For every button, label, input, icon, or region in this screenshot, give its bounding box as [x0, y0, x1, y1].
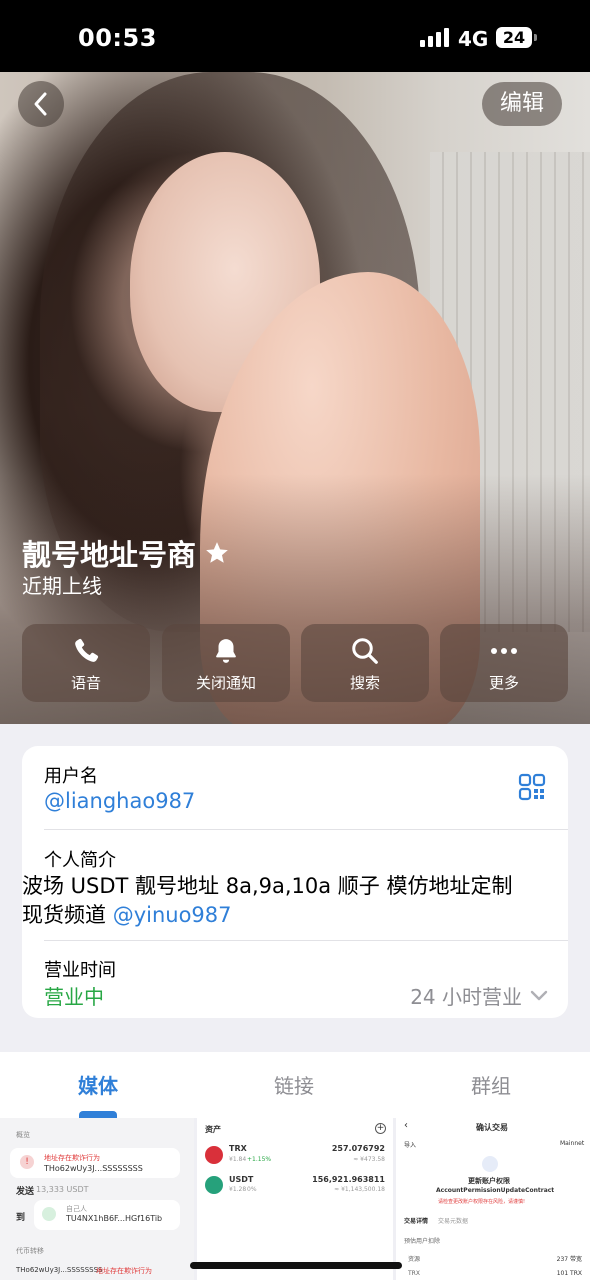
thumb-text: 237 带宽	[556, 1256, 582, 1263]
permission-icon	[482, 1156, 498, 1172]
last-seen: 近期上线	[22, 574, 102, 598]
thumb-text: ¥1.84	[229, 1156, 247, 1163]
profile-name-row: 靓号地址号商	[22, 532, 230, 574]
thumb-text: 交易元数据	[438, 1218, 469, 1225]
thumb-text: ≈ ¥1,143,500.18	[334, 1186, 385, 1193]
user-icon	[42, 1207, 56, 1221]
back-button[interactable]	[18, 81, 64, 127]
chevron-left-icon	[34, 92, 47, 116]
qr-code-icon[interactable]	[518, 773, 546, 801]
thumb-text: TRX	[229, 1144, 247, 1153]
thumb-text: 资产	[205, 1125, 221, 1134]
battery-icon: 24	[496, 27, 537, 48]
thumb-text: 101 TRX	[556, 1270, 582, 1277]
thumb-text: 13,333 USDT	[36, 1185, 89, 1194]
warning-icon: !	[20, 1155, 34, 1169]
more-button[interactable]: 更多	[440, 624, 568, 702]
call-label: 语音	[70, 674, 101, 692]
divider	[44, 940, 568, 941]
thumb-text: 156,921.963811	[312, 1175, 385, 1184]
thumb-text: AccountPermissionUpdateContract	[436, 1187, 555, 1194]
thumb-text: 预估用户扣除	[404, 1238, 441, 1245]
bio-body: 波场 USDT 靓号地址 8a,9a,10a 顺子 模仿地址定制 现货频道	[22, 874, 513, 927]
hours-label: 营业时间	[44, 960, 116, 981]
media-thumbnail-1[interactable]: 概览 ! 地址存在欺诈行为 THo62wUy3J...SSSSSSSS 发送 1…	[0, 1118, 194, 1280]
bio-link[interactable]: @yinuo987	[113, 903, 232, 927]
call-button[interactable]: 语音	[22, 624, 150, 702]
thumb-text: 257.076792	[331, 1144, 385, 1153]
thumb-text: THo62wUy3J...SSSSSSSS	[44, 1164, 143, 1173]
media-tabs: 媒体 链接 群组	[0, 1052, 590, 1118]
thumb-text: ¥1.28	[229, 1186, 247, 1193]
status-bar: 00:53 4G 24	[0, 0, 590, 72]
thumb-text: ≈ ¥473.58	[353, 1156, 385, 1163]
network-type: 4G	[458, 27, 489, 51]
thumb-text: 发送	[16, 1187, 35, 1197]
trx-token-icon	[205, 1146, 223, 1164]
thumb-text: USDT	[229, 1175, 254, 1184]
search-icon	[352, 638, 378, 664]
thumb-text: TRX	[408, 1270, 420, 1277]
thumb-back-icon: ‹	[404, 1120, 408, 1131]
divider	[44, 829, 568, 830]
thumb-text: Mainnet	[560, 1140, 585, 1147]
thumb-text: 请检查更改账户权限存在风险，请谨慎!	[438, 1199, 526, 1205]
mute-label: 关闭通知	[195, 674, 256, 692]
thumb-text: TU4NX1hB6F...HGf16Tib	[66, 1214, 163, 1223]
tab-indicator	[79, 1111, 117, 1118]
more-label: 更多	[488, 674, 519, 692]
hours-dropdown[interactable]: 24 小时营业	[410, 981, 548, 1010]
chevron-down-icon	[530, 990, 548, 1000]
thumb-text: +1.15%	[247, 1156, 272, 1163]
thumb-text: 交易详情	[404, 1218, 429, 1225]
tab-media[interactable]: 媒体	[78, 1070, 118, 1099]
hours-value: 24 小时营业	[410, 985, 522, 1009]
usdt-token-icon	[205, 1176, 223, 1194]
thumb-text: 到	[16, 1213, 26, 1223]
more-icon	[491, 648, 517, 654]
tab-groups[interactable]: 群组	[471, 1070, 511, 1099]
edit-button[interactable]: 编辑	[482, 82, 562, 126]
thumb-text: 0%	[247, 1186, 257, 1193]
thumb-text: 地址存在欺诈行为	[96, 1267, 152, 1275]
thumb-text: THo62wUy3J...SSSSSSSS	[16, 1266, 103, 1274]
thumb-text: 概览	[16, 1131, 30, 1139]
search-label: 搜索	[349, 674, 380, 692]
thumb-text: 地址存在欺诈行为	[44, 1154, 100, 1162]
thumb-text: 资源	[408, 1256, 421, 1263]
bell-icon	[216, 639, 236, 663]
thumb-text: 更新账户权限	[468, 1177, 510, 1185]
phone-icon	[75, 638, 99, 662]
thumb-text: 导入	[404, 1142, 417, 1149]
thumb-text: 自己人	[66, 1205, 87, 1213]
media-thumbnail-3[interactable]: ‹ 确认交易 导入 Mainnet 更新账户权限 AccountPermissi…	[396, 1118, 590, 1280]
add-icon: +	[375, 1123, 386, 1134]
username-label: 用户名	[44, 766, 98, 787]
status-time: 00:53	[78, 24, 157, 52]
tab-links[interactable]: 链接	[274, 1070, 314, 1099]
search-button[interactable]: 搜索	[301, 624, 429, 702]
thumb-text: 确认交易	[476, 1123, 508, 1132]
bio-text: 波场 USDT 靓号地址 8a,9a,10a 顺子 模仿地址定制 现货频道 @y…	[22, 872, 532, 930]
star-icon	[206, 542, 228, 563]
thumb-text: 代币转移	[16, 1247, 44, 1255]
media-thumbnail-2[interactable]: 资产 + TRX ¥1.84 +1.15% 257.076792 ≈ ¥473.…	[197, 1118, 393, 1280]
hours-status: 营业中	[44, 985, 104, 1009]
username-value[interactable]: @lianghao987	[44, 789, 195, 813]
home-indicator[interactable]	[190, 1262, 402, 1269]
mute-notifications-button[interactable]: 关闭通知	[162, 624, 290, 702]
bio-label: 个人简介	[44, 850, 116, 871]
signal-icon	[420, 28, 449, 47]
profile-name: 靓号地址号商	[22, 538, 197, 572]
